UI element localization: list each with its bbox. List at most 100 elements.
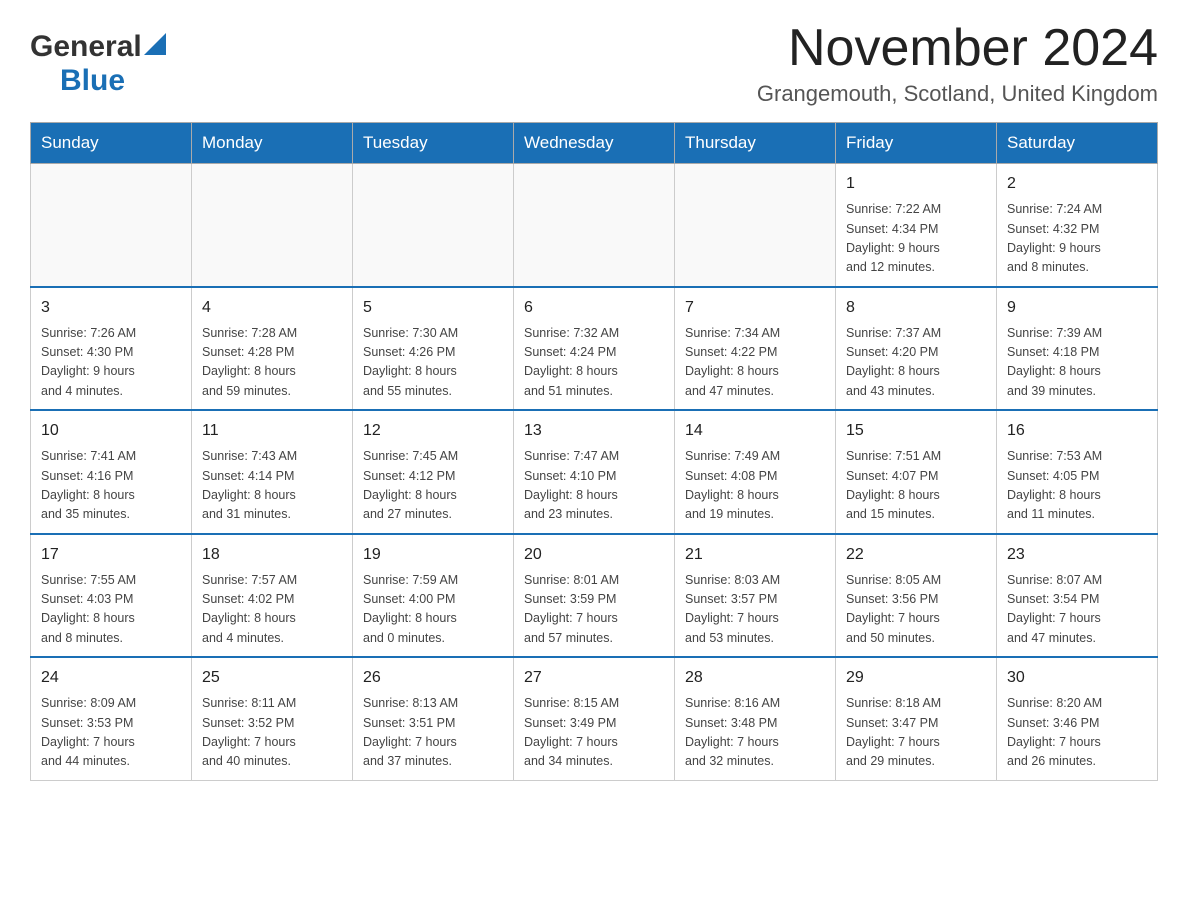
calendar-cell [31,164,192,287]
day-number: 24 [41,666,181,690]
calendar-cell: 19 Sunrise: 7:59 AM Sunset: 4:00 PM Dayli… [353,534,514,658]
calendar-week-row: 24 Sunrise: 8:09 AM Sunset: 3:53 PM Dayli… [31,657,1158,780]
calendar-cell: 3 Sunrise: 7:26 AM Sunset: 4:30 PM Daylig… [31,287,192,411]
day-info: Sunrise: 8:03 AM Sunset: 3:57 PM Dayligh… [685,571,825,649]
calendar-week-row: 17Sunrise: 7:55 AM Sunset: 4:03 PM Dayli… [31,534,1158,658]
day-number: 13 [524,419,664,443]
calendar-cell: 26 Sunrise: 8:13 AM Sunset: 3:51 PM Dayli… [353,657,514,780]
day-number: 17 [41,543,181,567]
day-number: 22 [846,543,986,567]
calendar-cell: 25 Sunrise: 8:11 AM Sunset: 3:52 PM Dayli… [192,657,353,780]
calendar-week-row: 3 Sunrise: 7:26 AM Sunset: 4:30 PM Daylig… [31,287,1158,411]
day-info: Sunrise: 8:05 AM Sunset: 3:56 PM Dayligh… [846,571,986,649]
calendar-cell: 7 Sunrise: 7:34 AM Sunset: 4:22 PM Daylig… [675,287,836,411]
day-number: 26 [363,666,503,690]
day-number: 21 [685,543,825,567]
day-number: 23 [1007,543,1147,567]
day-info: Sunrise: 8:15 AM Sunset: 3:49 PM Dayligh… [524,694,664,772]
calendar-cell: 27Sunrise: 8:15 AM Sunset: 3:49 PM Dayli… [514,657,675,780]
day-info: Sunrise: 8:18 AM Sunset: 3:47 PM Dayligh… [846,694,986,772]
day-number: 7 [685,296,825,320]
day-info: Sunrise: 7:22 AM Sunset: 4:34 PM Dayligh… [846,200,986,278]
calendar-cell: 24 Sunrise: 8:09 AM Sunset: 3:53 PM Dayli… [31,657,192,780]
day-number: 28 [685,666,825,690]
day-info: Sunrise: 7:32 AM Sunset: 4:24 PM Dayligh… [524,324,664,402]
day-number: 20 [524,543,664,567]
day-info: Sunrise: 7:57 AM Sunset: 4:02 PM Dayligh… [202,571,342,649]
day-info: Sunrise: 8:01 AM Sunset: 3:59 PM Dayligh… [524,571,664,649]
day-info: Sunrise: 7:53 AM Sunset: 4:05 PM Dayligh… [1007,447,1147,525]
calendar-cell: 2 Sunrise: 7:24 AM Sunset: 4:32 PM Daylig… [997,164,1158,287]
calendar-cell: 9 Sunrise: 7:39 AM Sunset: 4:18 PM Daylig… [997,287,1158,411]
day-number: 10 [41,419,181,443]
day-info: Sunrise: 8:09 AM Sunset: 3:53 PM Dayligh… [41,694,181,772]
calendar-cell: 1Sunrise: 7:22 AM Sunset: 4:34 PM Daylig… [836,164,997,287]
calendar-week-row: 1Sunrise: 7:22 AM Sunset: 4:34 PM Daylig… [31,164,1158,287]
day-number: 29 [846,666,986,690]
day-info: Sunrise: 7:30 AM Sunset: 4:26 PM Dayligh… [363,324,503,402]
day-info: Sunrise: 7:26 AM Sunset: 4:30 PM Dayligh… [41,324,181,402]
calendar-week-row: 10 Sunrise: 7:41 AM Sunset: 4:16 PM Dayli… [31,410,1158,534]
day-info: Sunrise: 7:47 AM Sunset: 4:10 PM Dayligh… [524,447,664,525]
weekday-header: Monday [192,123,353,164]
calendar-header-row: SundayMondayTuesdayWednesdayThursdayFrid… [31,123,1158,164]
day-number: 6 [524,296,664,320]
day-info: Sunrise: 7:24 AM Sunset: 4:32 PM Dayligh… [1007,200,1147,278]
calendar-cell: 16 Sunrise: 7:53 AM Sunset: 4:05 PM Dayli… [997,410,1158,534]
day-number: 11 [202,419,342,443]
calendar-cell: 10 Sunrise: 7:41 AM Sunset: 4:16 PM Dayli… [31,410,192,534]
day-number: 5 [363,296,503,320]
day-info: Sunrise: 7:41 AM Sunset: 4:16 PM Dayligh… [41,447,181,525]
calendar-cell: 5 Sunrise: 7:30 AM Sunset: 4:26 PM Daylig… [353,287,514,411]
weekday-header: Friday [836,123,997,164]
weekday-header: Tuesday [353,123,514,164]
day-info: Sunrise: 7:45 AM Sunset: 4:12 PM Dayligh… [363,447,503,525]
day-number: 9 [1007,296,1147,320]
calendar-cell: 29 Sunrise: 8:18 AM Sunset: 3:47 PM Dayli… [836,657,997,780]
location-subtitle: Grangemouth, Scotland, United Kingdom [757,81,1158,107]
logo-triangle-icon [144,33,166,55]
calendar-cell [675,164,836,287]
day-number: 15 [846,419,986,443]
title-section: November 2024 Grangemouth, Scotland, Uni… [757,20,1158,107]
day-number: 16 [1007,419,1147,443]
day-number: 2 [1007,172,1147,196]
day-number: 3 [41,296,181,320]
day-info: Sunrise: 7:39 AM Sunset: 4:18 PM Dayligh… [1007,324,1147,402]
calendar-cell: 12Sunrise: 7:45 AM Sunset: 4:12 PM Dayli… [353,410,514,534]
day-info: Sunrise: 7:51 AM Sunset: 4:07 PM Dayligh… [846,447,986,525]
calendar-cell: 30Sunrise: 8:20 AM Sunset: 3:46 PM Dayli… [997,657,1158,780]
day-info: Sunrise: 7:28 AM Sunset: 4:28 PM Dayligh… [202,324,342,402]
calendar-cell: 4Sunrise: 7:28 AM Sunset: 4:28 PM Daylig… [192,287,353,411]
day-info: Sunrise: 8:20 AM Sunset: 3:46 PM Dayligh… [1007,694,1147,772]
day-info: Sunrise: 7:43 AM Sunset: 4:14 PM Dayligh… [202,447,342,525]
calendar-cell: 14 Sunrise: 7:49 AM Sunset: 4:08 PM Dayli… [675,410,836,534]
calendar-cell: 21 Sunrise: 8:03 AM Sunset: 3:57 PM Dayli… [675,534,836,658]
calendar-cell: 17Sunrise: 7:55 AM Sunset: 4:03 PM Dayli… [31,534,192,658]
day-info: Sunrise: 8:07 AM Sunset: 3:54 PM Dayligh… [1007,571,1147,649]
weekday-header: Sunday [31,123,192,164]
day-info: Sunrise: 8:13 AM Sunset: 3:51 PM Dayligh… [363,694,503,772]
calendar-cell: 13 Sunrise: 7:47 AM Sunset: 4:10 PM Dayli… [514,410,675,534]
day-info: Sunrise: 8:11 AM Sunset: 3:52 PM Dayligh… [202,694,342,772]
calendar-cell: 11 Sunrise: 7:43 AM Sunset: 4:14 PM Dayli… [192,410,353,534]
day-info: Sunrise: 7:59 AM Sunset: 4:00 PM Dayligh… [363,571,503,649]
calendar-cell [514,164,675,287]
day-number: 14 [685,419,825,443]
calendar-cell: 6 Sunrise: 7:32 AM Sunset: 4:24 PM Daylig… [514,287,675,411]
calendar-cell [353,164,514,287]
calendar-cell: 28 Sunrise: 8:16 AM Sunset: 3:48 PM Dayli… [675,657,836,780]
day-number: 19 [363,543,503,567]
day-info: Sunrise: 8:16 AM Sunset: 3:48 PM Dayligh… [685,694,825,772]
logo-general-text: General [30,30,142,64]
calendar-cell: 8Sunrise: 7:37 AM Sunset: 4:20 PM Daylig… [836,287,997,411]
calendar-cell: 20 Sunrise: 8:01 AM Sunset: 3:59 PM Dayli… [514,534,675,658]
day-number: 18 [202,543,342,567]
calendar-cell: 15 Sunrise: 7:51 AM Sunset: 4:07 PM Dayli… [836,410,997,534]
calendar-cell: 22 Sunrise: 8:05 AM Sunset: 3:56 PM Dayli… [836,534,997,658]
day-number: 25 [202,666,342,690]
day-info: Sunrise: 7:34 AM Sunset: 4:22 PM Dayligh… [685,324,825,402]
calendar-cell: 18 Sunrise: 7:57 AM Sunset: 4:02 PM Dayli… [192,534,353,658]
month-title: November 2024 [757,20,1158,77]
day-info: Sunrise: 7:49 AM Sunset: 4:08 PM Dayligh… [685,447,825,525]
